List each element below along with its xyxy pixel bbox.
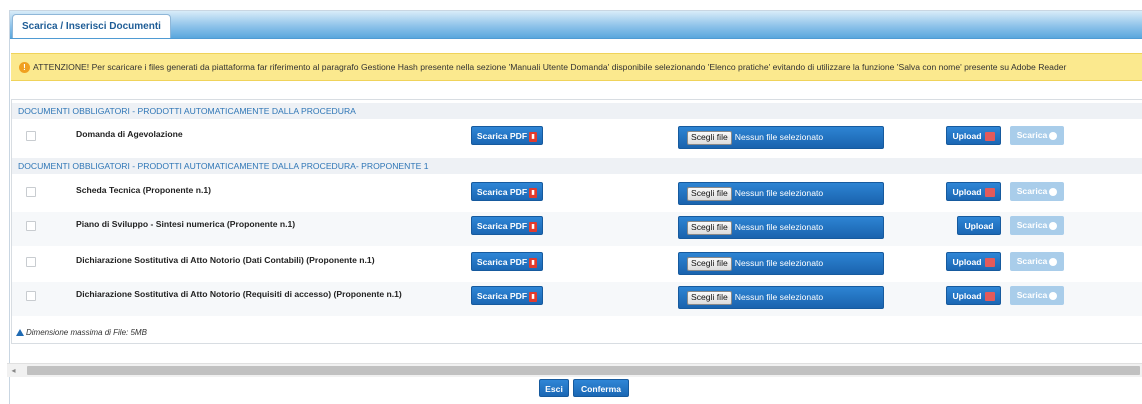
- pdf-icon: ▮: [529, 291, 538, 302]
- file-input[interactable]: Scegli file Nessun file selezionato: [678, 126, 884, 149]
- choose-file-button[interactable]: Scegli file: [687, 221, 732, 235]
- file-size-note: Dimensione massima di File: 5MB: [16, 328, 147, 337]
- choose-file-button[interactable]: Scegli file: [687, 131, 732, 145]
- scarica-button[interactable]: Scarica: [1010, 126, 1064, 145]
- upload-button[interactable]: Upload: [957, 216, 1001, 235]
- upload-button[interactable]: Upload: [946, 286, 1001, 305]
- scarica-button[interactable]: Scarica: [1010, 216, 1064, 235]
- section-title-procedure: DOCUMENTI OBBLIGATORI - PRODOTTI AUTOMAT…: [12, 103, 1142, 119]
- pdf-icon: ▮: [529, 187, 538, 198]
- download-circle-icon: [1049, 291, 1058, 300]
- upload-button[interactable]: Upload: [946, 252, 1001, 271]
- download-circle-icon: [1049, 131, 1058, 140]
- scarica-button[interactable]: Scarica: [1010, 182, 1064, 201]
- upload-icon: [984, 258, 995, 268]
- pdf-icon: ▮: [529, 221, 538, 232]
- section-title-proponente: DOCUMENTI OBBLIGATORI - PRODOTTI AUTOMAT…: [12, 158, 1142, 174]
- row-checkbox[interactable]: [26, 187, 36, 197]
- row-checkbox[interactable]: [26, 221, 36, 231]
- file-input[interactable]: Scegli file Nessun file selezionato: [678, 252, 884, 275]
- warning-triangle-icon: [16, 329, 24, 337]
- documents-window: Scarica / Inserisci Documenti ! ATTENZION…: [9, 10, 1142, 404]
- document-label: Piano di Sviluppo - Sintesi numerica (Pr…: [76, 219, 296, 229]
- upload-icon: [984, 188, 995, 198]
- upload-button[interactable]: Upload: [946, 182, 1001, 201]
- upload-icon: [984, 292, 995, 302]
- download-circle-icon: [1049, 187, 1058, 196]
- warning-text: ATTENZIONE! Per scaricare i files genera…: [33, 62, 1067, 72]
- horizontal-scrollbar[interactable]: ◂: [7, 363, 1142, 377]
- scarica-pdf-button[interactable]: Scarica PDF ▮: [471, 182, 543, 201]
- document-label: Dichiarazione Sostitutiva di Atto Notori…: [76, 255, 375, 265]
- pdf-icon: ▮: [529, 131, 538, 142]
- scarica-pdf-button[interactable]: Scarica PDF ▮: [471, 252, 543, 271]
- tab-bar: Scarica / Inserisci Documenti: [10, 11, 1142, 39]
- download-circle-icon: [1049, 257, 1058, 266]
- document-label: Scheda Tecnica (Proponente n.1): [76, 185, 211, 195]
- document-row: Scheda Tecnica (Proponente n.1) Scarica …: [12, 178, 1142, 212]
- confirm-button[interactable]: Conferma: [573, 379, 629, 397]
- scarica-pdf-button[interactable]: Scarica PDF ▮: [471, 286, 543, 305]
- scarica-button[interactable]: Scarica: [1010, 286, 1064, 305]
- file-input[interactable]: Scegli file Nessun file selezionato: [678, 182, 884, 205]
- choose-file-button[interactable]: Scegli file: [687, 257, 732, 271]
- file-input[interactable]: Scegli file Nessun file selezionato: [678, 286, 884, 309]
- document-row: Dichiarazione Sostitutiva di Atto Notori…: [12, 248, 1142, 282]
- scrollbar-thumb[interactable]: [27, 366, 1140, 375]
- file-size-note-text: Dimensione massima di File: 5MB: [26, 328, 147, 337]
- row-checkbox[interactable]: [26, 131, 36, 141]
- document-row: Domanda di Agevolazione Scarica PDF ▮ Sce…: [12, 122, 1142, 156]
- exit-button[interactable]: Esci: [539, 379, 569, 397]
- file-input[interactable]: Scegli file Nessun file selezionato: [678, 216, 884, 239]
- row-checkbox[interactable]: [26, 257, 36, 267]
- warning-banner: ! ATTENZIONE! Per scaricare i files gener…: [11, 53, 1142, 81]
- scarica-pdf-button[interactable]: Scarica PDF ▮: [471, 126, 543, 145]
- tab-scarica-inserisci[interactable]: Scarica / Inserisci Documenti: [12, 14, 171, 38]
- pdf-icon: ▮: [529, 257, 538, 268]
- scarica-pdf-button[interactable]: Scarica PDF ▮: [471, 216, 543, 235]
- scarica-button[interactable]: Scarica: [1010, 252, 1064, 271]
- document-row: Piano di Sviluppo - Sintesi numerica (Pr…: [12, 212, 1142, 246]
- file-status: Nessun file selezionato: [734, 222, 824, 232]
- document-row: Dichiarazione Sostitutiva di Atto Notori…: [12, 282, 1142, 316]
- download-circle-icon: [1049, 221, 1058, 230]
- row-checkbox[interactable]: [26, 291, 36, 301]
- upload-icon: [984, 132, 995, 142]
- document-label: Dichiarazione Sostitutiva di Atto Notori…: [76, 289, 402, 299]
- scroll-left-icon[interactable]: ◂: [9, 366, 18, 375]
- file-status: Nessun file selezionato: [734, 132, 824, 142]
- file-status: Nessun file selezionato: [734, 188, 824, 198]
- file-status: Nessun file selezionato: [734, 292, 824, 302]
- choose-file-button[interactable]: Scegli file: [687, 291, 732, 305]
- file-status: Nessun file selezionato: [734, 258, 824, 268]
- upload-button[interactable]: Upload: [946, 126, 1001, 145]
- choose-file-button[interactable]: Scegli file: [687, 187, 732, 201]
- document-label: Domanda di Agevolazione: [76, 129, 183, 139]
- warning-icon: !: [19, 62, 30, 74]
- documents-panel: DOCUMENTI OBBLIGATORI - PRODOTTI AUTOMAT…: [11, 99, 1142, 344]
